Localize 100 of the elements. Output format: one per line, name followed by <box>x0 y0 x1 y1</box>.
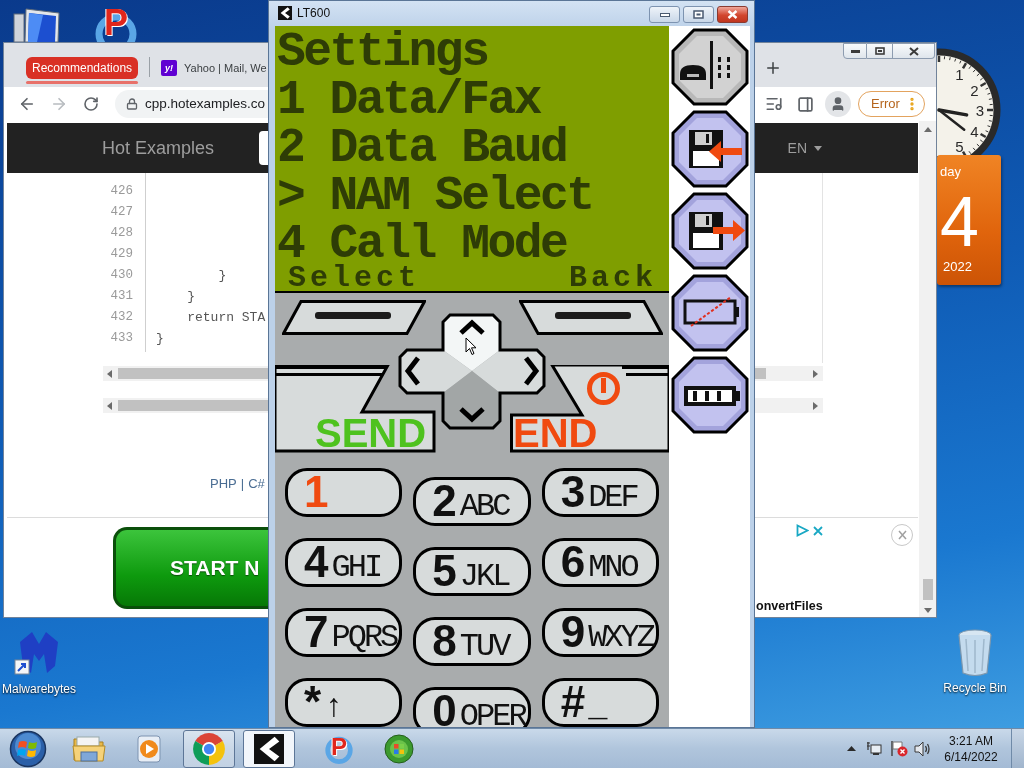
code-line: } <box>217 267 227 285</box>
keypad-button[interactable]: 3DEF <box>541 468 659 517</box>
orb-icon <box>383 732 415 765</box>
battery-slash-icon <box>683 296 739 327</box>
playlist-icon <box>765 95 783 113</box>
speaker-icon[interactable] <box>914 740 932 757</box>
profile-button[interactable] <box>825 91 851 117</box>
search-field[interactable] <box>259 131 269 165</box>
app-logo-icon <box>278 6 292 20</box>
caret-up-icon[interactable] <box>923 127 932 132</box>
caret-right-icon[interactable] <box>813 369 818 378</box>
chevron-up-icon <box>459 319 485 335</box>
keypad-button[interactable]: 8TUV <box>413 617 531 666</box>
minimize-icon <box>659 12 670 17</box>
scrollbar-thumb[interactable] <box>118 400 268 411</box>
maximize-button[interactable] <box>683 6 714 23</box>
caret-right-icon[interactable] <box>813 401 818 410</box>
right-soft-key[interactable] <box>519 300 663 335</box>
caret-left-icon[interactable] <box>107 401 112 410</box>
close-button[interactable] <box>893 43 935 59</box>
minimize-button[interactable] <box>649 6 680 23</box>
calendar-day: 4 <box>940 187 979 257</box>
line-number: 430 <box>110 267 133 284</box>
window-title: LT600 <box>297 6 331 21</box>
handset-icon <box>679 41 730 89</box>
scrollbar-thumb[interactable] <box>118 368 268 379</box>
calendar-weekday: day <box>940 164 961 180</box>
clock-numeral: 5 <box>955 138 964 153</box>
ad-brand-name: onvertFiles <box>756 599 823 614</box>
reload-icon <box>83 96 99 112</box>
maximize-button[interactable] <box>867 43 893 59</box>
media-player-icon <box>134 733 164 764</box>
clock-numeral: 3 <box>975 102 985 118</box>
line-number: 428 <box>110 225 133 242</box>
browser-tab[interactable]: y! Yahoo | Mail, We <box>161 57 267 79</box>
triangle-icon[interactable] <box>796 524 809 537</box>
taskbar-button[interactable] <box>243 729 295 768</box>
language-menu[interactable]: EN <box>787 137 822 159</box>
keypad-button[interactable]: 5JKL <box>413 547 531 596</box>
plus-icon <box>764 59 782 77</box>
tab-group-chip[interactable]: Recommendations <box>26 57 139 79</box>
computer-icon[interactable] <box>13 8 60 42</box>
scrollbar-thumb[interactable] <box>755 368 766 379</box>
side-button[interactable] <box>670 274 749 352</box>
line-number: 433 <box>110 330 133 347</box>
close-icon <box>727 10 738 19</box>
clock-numeral: 2 <box>970 82 979 97</box>
side-button[interactable] <box>670 356 749 434</box>
keypad-button[interactable]: 7 PQRS <box>285 608 403 657</box>
clock-numeral: 1 <box>955 67 964 82</box>
code-line: } <box>156 330 164 348</box>
person-icon <box>830 96 846 112</box>
keypad-button[interactable]: 4GHI <box>285 538 403 587</box>
keypad-button[interactable]: 0OPER <box>413 687 531 727</box>
side-button[interactable] <box>670 110 749 188</box>
side-panel-icon <box>796 95 814 113</box>
close-ad-button[interactable] <box>891 524 913 546</box>
keypad-button[interactable]: *↑ <box>285 678 403 727</box>
caret-down-icon[interactable] <box>923 608 932 613</box>
start-orb-icon <box>9 729 47 768</box>
chevron-logo-icon <box>254 733 284 764</box>
left-soft-key[interactable] <box>282 300 426 335</box>
folder-icon <box>72 733 106 764</box>
code-line: return STA <box>186 309 266 327</box>
lcd-menu-line: > NAM Select <box>277 172 593 220</box>
keypad-button[interactable]: #_ <box>541 678 659 727</box>
line-number: 427 <box>110 204 133 221</box>
browser-logo-icon <box>193 732 225 765</box>
site-brand-link[interactable]: Hot Examples <box>102 134 215 162</box>
keypad-button[interactable]: 2ABC <box>413 477 531 526</box>
caret-up-icon <box>846 746 856 751</box>
scrollbar-thumb[interactable] <box>922 579 933 600</box>
language-link[interactable]: C# <box>248 476 265 491</box>
line-number: 431 <box>110 288 133 305</box>
network-icon[interactable] <box>866 740 882 757</box>
caret-down-icon <box>814 145 822 151</box>
lock-icon <box>126 98 138 110</box>
desktop-icon-label: Malwarebytes <box>2 682 76 697</box>
link-separator: | <box>240 476 245 491</box>
chevron-left-icon <box>404 356 420 386</box>
lcd-menu-line: 1 Data/Fax <box>277 76 541 124</box>
floppy-disk-arrow-icon <box>688 130 742 168</box>
taskbar-clock[interactable]: 3:21 AM 6/14/2022 <box>940 732 1002 765</box>
caret-left-icon[interactable] <box>107 369 112 378</box>
keypad-button[interactable]: 6MNO <box>541 538 659 587</box>
line-number: 429 <box>110 246 133 263</box>
maximize-icon <box>874 47 885 55</box>
close-icon[interactable] <box>813 525 823 536</box>
address-field[interactable]: cpp.hotexamples.co <box>115 90 268 118</box>
side-button[interactable] <box>670 28 749 106</box>
side-button[interactable] <box>670 192 749 270</box>
recycle-bin-icon[interactable] <box>957 629 993 677</box>
language-link[interactable]: PHP <box>210 476 237 491</box>
maximize-icon <box>693 10 704 19</box>
keypad-button[interactable]: 9WXYZ <box>541 608 659 657</box>
close-button[interactable] <box>717 6 748 23</box>
close-icon <box>897 530 907 540</box>
minimize-button[interactable] <box>843 43 867 59</box>
flag-error-icon[interactable] <box>890 740 908 757</box>
desktop-icon-label: Recycle Bin <box>943 681 1007 696</box>
